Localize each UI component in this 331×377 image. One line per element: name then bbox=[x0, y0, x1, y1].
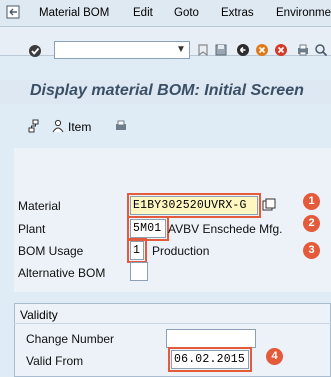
material-input[interactable] bbox=[127, 193, 261, 218]
bom-usage-label: BOM Usage bbox=[18, 244, 84, 258]
back-icon[interactable] bbox=[236, 43, 250, 57]
callout-2: 2 bbox=[303, 215, 320, 232]
valid-from-input[interactable] bbox=[168, 347, 252, 372]
cancel-icon[interactable] bbox=[274, 43, 288, 57]
callout-3: 3 bbox=[303, 242, 320, 259]
bom-hierarchy-icon[interactable] bbox=[28, 119, 42, 133]
plant-input[interactable] bbox=[127, 216, 169, 241]
print-icon[interactable] bbox=[114, 119, 128, 133]
menu-goto[interactable]: Goto bbox=[174, 7, 199, 19]
print-icon[interactable] bbox=[296, 43, 310, 57]
plant-label: Plant bbox=[18, 222, 46, 236]
person-item-icon[interactable] bbox=[51, 119, 65, 133]
save-icon[interactable] bbox=[214, 43, 228, 57]
valid-from-label: Valid From bbox=[26, 354, 84, 368]
matchcode-icon[interactable] bbox=[262, 198, 276, 212]
divider bbox=[14, 323, 331, 324]
exit-session-icon[interactable] bbox=[255, 43, 269, 57]
bom-usage-input[interactable] bbox=[127, 238, 147, 263]
bookmark-icon[interactable] bbox=[196, 43, 210, 57]
menu-extras[interactable]: Extras bbox=[221, 7, 254, 19]
chevron-down-icon[interactable]: ▼ bbox=[176, 44, 186, 55]
plant-description: AVBV Enschede Mfg. bbox=[168, 222, 283, 236]
callout-4: 4 bbox=[266, 348, 283, 365]
find-icon[interactable] bbox=[314, 43, 328, 57]
checkmark-icon[interactable] bbox=[28, 44, 42, 58]
menu-material-bom[interactable]: Material BOM bbox=[39, 7, 109, 19]
menu-environment[interactable]: Environme bbox=[276, 7, 331, 19]
callout-1: 1 bbox=[303, 193, 320, 210]
page-title: Display material BOM: Initial Screen bbox=[30, 82, 304, 99]
material-label: Material bbox=[18, 199, 61, 213]
command-field[interactable] bbox=[54, 41, 190, 59]
alternative-bom-input[interactable] bbox=[130, 262, 148, 281]
bom-usage-description: Production bbox=[152, 244, 210, 258]
exit-icon[interactable] bbox=[6, 5, 20, 19]
change-number-input[interactable] bbox=[166, 329, 256, 348]
menu-edit[interactable]: Edit bbox=[133, 7, 153, 19]
alternative-bom-label: Alternative BOM bbox=[18, 266, 106, 280]
validity-title: Validity bbox=[20, 308, 58, 322]
change-number-label: Change Number bbox=[26, 332, 115, 346]
item-button[interactable]: Item bbox=[68, 120, 91, 134]
